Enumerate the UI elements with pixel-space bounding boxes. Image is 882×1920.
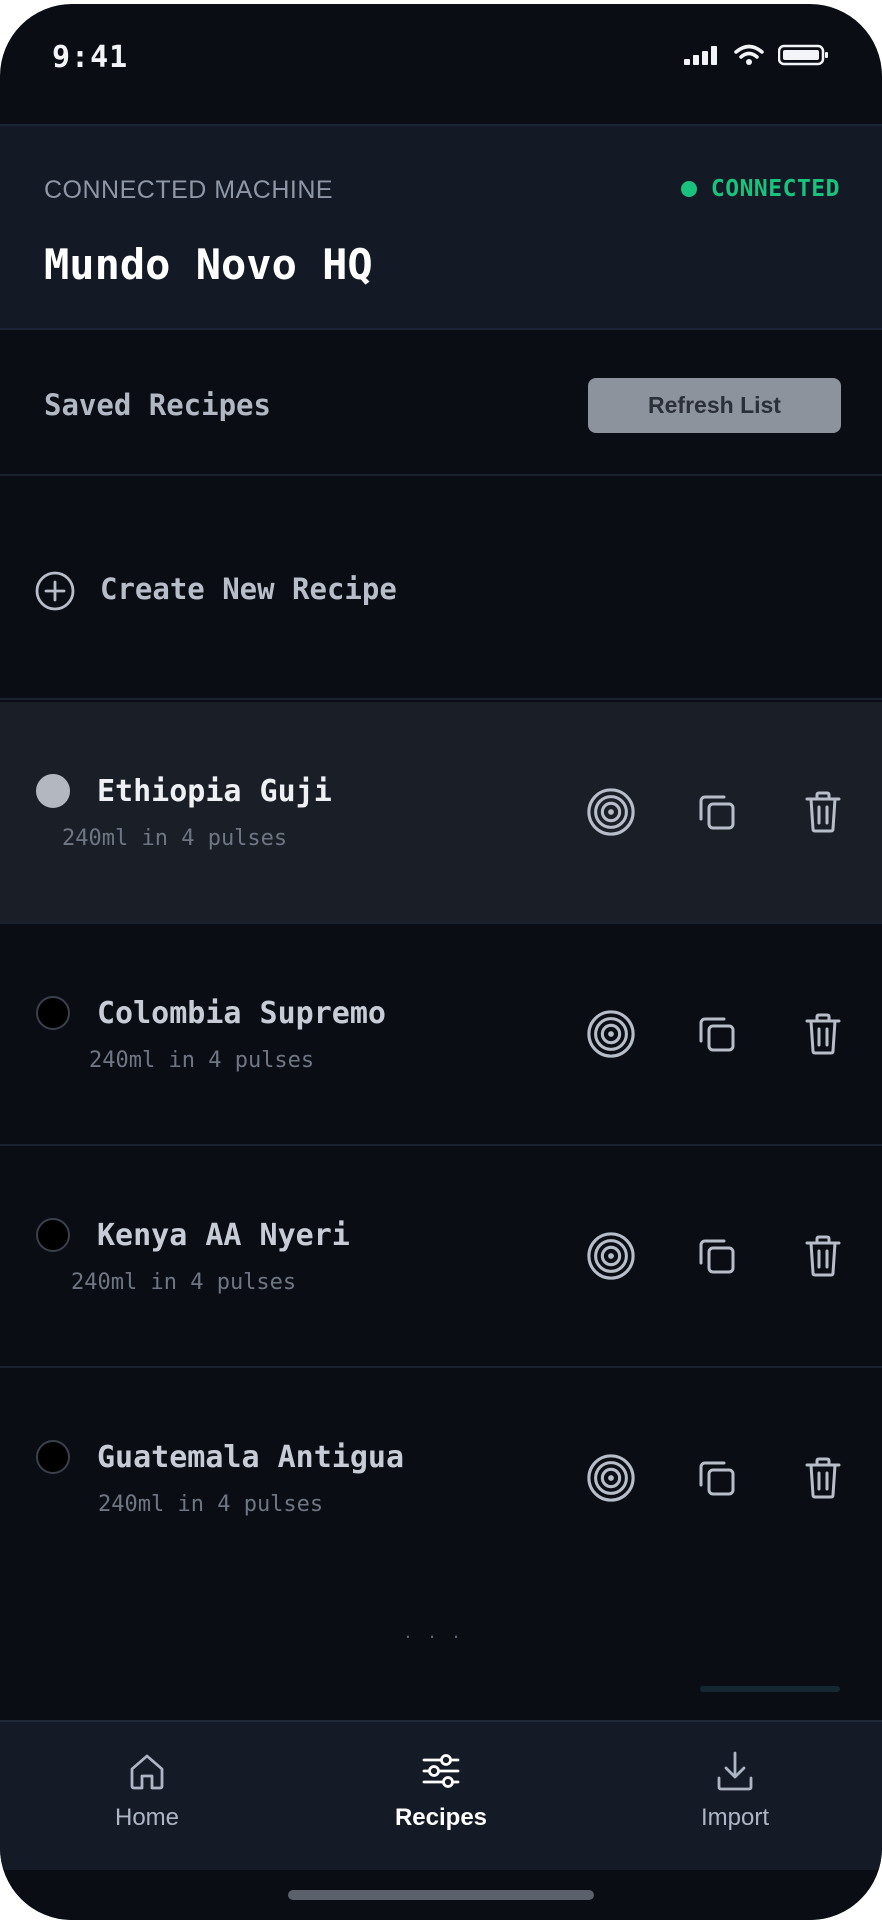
machine-card: CONNECTED MACHINE CONNECTED Mundo Novo H… bbox=[0, 124, 882, 330]
status-bar: 9:41 bbox=[0, 4, 882, 124]
recipe-row[interactable]: Colombia Supremo 240ml in 4 pulses bbox=[0, 924, 882, 1146]
recipe-actions bbox=[586, 1230, 848, 1282]
recipe-name: Kenya AA Nyeri bbox=[97, 1218, 350, 1253]
recipe-actions bbox=[586, 1008, 848, 1060]
recipe-meta: 240ml in 4 pulses bbox=[89, 1048, 315, 1073]
download-icon bbox=[717, 1751, 753, 1791]
recipe-row[interactable]: Guatemala Antigua 240ml in 4 pulses bbox=[0, 1368, 882, 1590]
target-icon bbox=[587, 1010, 635, 1058]
saved-recipes-header: Saved Recipes Refresh List bbox=[0, 336, 882, 476]
delete-button[interactable] bbox=[798, 786, 848, 838]
recipe-row[interactable]: Kenya AA Nyeri 240ml in 4 pulses bbox=[0, 1146, 882, 1368]
brew-button[interactable] bbox=[586, 1452, 636, 1504]
create-new-recipe-button[interactable]: Create New Recipe bbox=[0, 478, 882, 700]
tab-recipes-icon-wrap bbox=[421, 1748, 461, 1794]
tab-label: Import bbox=[700, 1804, 769, 1831]
signal-icon bbox=[684, 46, 717, 65]
recipe-row[interactable]: Ethiopia Guji 240ml in 4 pulses bbox=[0, 702, 882, 924]
delete-button[interactable] bbox=[798, 1008, 848, 1060]
recipe-radio[interactable] bbox=[36, 774, 70, 808]
trash-icon bbox=[805, 1235, 841, 1277]
refresh-list-button[interactable]: Refresh List bbox=[588, 378, 841, 433]
target-icon bbox=[587, 1454, 635, 1502]
recipe-name: Guatemala Antigua bbox=[97, 1440, 405, 1475]
home-indicator[interactable] bbox=[288, 1890, 594, 1900]
brew-button[interactable] bbox=[586, 1230, 636, 1282]
delete-button[interactable] bbox=[798, 1452, 848, 1504]
recipe-actions bbox=[586, 786, 848, 838]
tab-import[interactable]: Import bbox=[588, 1722, 882, 1872]
recipe-radio[interactable] bbox=[36, 1218, 70, 1252]
recipe-name: Ethiopia Guji bbox=[97, 774, 332, 809]
tab-import-icon-wrap bbox=[715, 1748, 755, 1794]
recipe-name: Colombia Supremo bbox=[97, 996, 386, 1031]
tab-label: Home bbox=[114, 1804, 180, 1831]
phone-screen: 9:41 CONNECTED MACHINE CONNECTED Mundo N… bbox=[0, 4, 882, 1920]
trash-icon bbox=[805, 1013, 841, 1055]
duplicate-button[interactable] bbox=[692, 1230, 742, 1282]
recipe-actions bbox=[586, 1452, 848, 1504]
connection-status: CONNECTED bbox=[680, 176, 840, 202]
recipe-meta: 240ml in 4 pulses bbox=[62, 826, 288, 851]
recipe-meta: 240ml in 4 pulses bbox=[98, 1492, 324, 1517]
copy-icon bbox=[699, 1461, 735, 1496]
plus-circle-icon bbox=[35, 571, 75, 611]
duplicate-button[interactable] bbox=[692, 786, 742, 838]
sliders-icon bbox=[422, 1754, 460, 1788]
status-time: 9:41 bbox=[52, 40, 129, 75]
tab-bar: Home Recipes Import bbox=[0, 1720, 882, 1870]
pagination-dots: ... bbox=[0, 1618, 882, 1644]
copy-icon bbox=[699, 795, 735, 830]
status-dot-icon bbox=[680, 181, 697, 197]
duplicate-button[interactable] bbox=[692, 1008, 742, 1060]
tab-home-icon-wrap bbox=[127, 1748, 167, 1794]
target-icon bbox=[587, 1232, 635, 1280]
trash-icon bbox=[805, 791, 841, 833]
tab-recipes[interactable]: Recipes bbox=[294, 1722, 588, 1872]
recipe-radio[interactable] bbox=[36, 996, 70, 1030]
brew-button[interactable] bbox=[586, 786, 636, 838]
scroll-glow bbox=[700, 1686, 840, 1692]
delete-button[interactable] bbox=[798, 1230, 848, 1282]
home-icon bbox=[130, 1754, 164, 1790]
duplicate-button[interactable] bbox=[692, 1452, 742, 1504]
status-icons bbox=[684, 44, 830, 66]
tab-label: Recipes bbox=[394, 1804, 488, 1831]
create-new-recipe-label: Create New Recipe bbox=[100, 572, 397, 606]
section-title: Saved Recipes bbox=[44, 388, 271, 422]
status-text: CONNECTED bbox=[710, 176, 840, 202]
copy-icon bbox=[699, 1239, 735, 1274]
copy-icon bbox=[699, 1017, 735, 1052]
tab-home[interactable]: Home bbox=[0, 1722, 294, 1872]
target-icon bbox=[587, 788, 635, 836]
battery-icon bbox=[778, 44, 828, 66]
machine-name: Mundo Novo HQ bbox=[44, 240, 373, 289]
recipe-radio[interactable] bbox=[36, 1440, 70, 1474]
machine-label: CONNECTED MACHINE bbox=[44, 176, 334, 204]
trash-icon bbox=[805, 1457, 841, 1499]
brew-button[interactable] bbox=[586, 1008, 636, 1060]
pagination-text: ... bbox=[404, 1618, 478, 1643]
wifi-icon bbox=[734, 44, 764, 65]
recipe-meta: 240ml in 4 pulses bbox=[71, 1270, 297, 1295]
